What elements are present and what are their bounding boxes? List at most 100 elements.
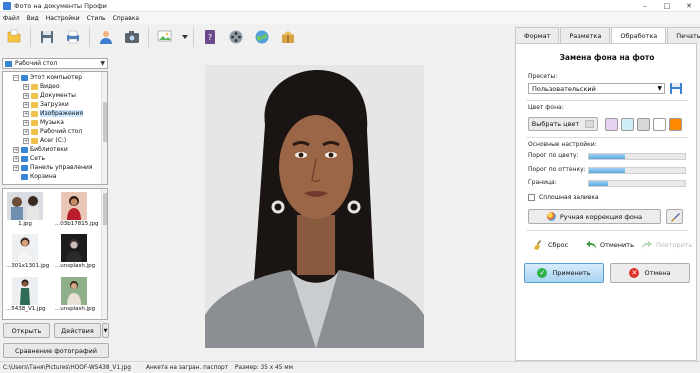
save-preset-icon[interactable] bbox=[669, 82, 683, 95]
person-icon[interactable] bbox=[96, 27, 116, 47]
thumbnail-item[interactable]: ...03b17815.jpg bbox=[55, 192, 99, 227]
collapse-icon[interactable]: − bbox=[13, 74, 19, 81]
expand-icon[interactable]: + bbox=[13, 146, 19, 153]
preset-select[interactable]: Пользовательский ▼ bbox=[528, 83, 665, 94]
color-swatch[interactable] bbox=[637, 118, 650, 131]
film-reel-icon[interactable] bbox=[226, 27, 246, 47]
tab-processing[interactable]: Обработка bbox=[611, 27, 667, 44]
expand-icon[interactable]: + bbox=[23, 83, 29, 90]
desktop-icon bbox=[5, 60, 12, 67]
chevron-down-icon[interactable] bbox=[181, 27, 189, 47]
tab-layout[interactable]: Разметка bbox=[560, 27, 611, 43]
manual-correction-label: Ручная коррекция фона bbox=[559, 212, 643, 221]
expand-icon[interactable]: + bbox=[13, 164, 19, 171]
image-settings-icon[interactable] bbox=[155, 27, 175, 47]
folder-icon bbox=[31, 110, 38, 117]
tree-item[interactable]: + Документы bbox=[3, 91, 107, 100]
actions-button[interactable]: Действия bbox=[54, 323, 101, 338]
expand-icon[interactable]: + bbox=[23, 128, 29, 135]
tree-item[interactable]: + Панель управления bbox=[3, 163, 107, 172]
color-swatch[interactable] bbox=[653, 118, 666, 131]
choose-color-button[interactable]: Выбрать цвет bbox=[528, 117, 598, 131]
help-book-icon[interactable]: ? bbox=[200, 27, 220, 47]
solid-fill-checkbox[interactable] bbox=[528, 194, 535, 201]
solid-fill-option[interactable]: Сплошная заливка bbox=[528, 194, 599, 201]
expand-icon[interactable]: + bbox=[23, 119, 29, 126]
folder-combo[interactable]: Рабочий стол ▼ bbox=[2, 58, 108, 69]
undo-button[interactable]: Отменить bbox=[586, 240, 634, 250]
apply-button[interactable]: ✓ Применить bbox=[524, 263, 604, 283]
folder-icon bbox=[31, 128, 38, 135]
maximize-button[interactable]: □ bbox=[656, 0, 678, 12]
thumbnail-caption: ...5438_V1.jpg bbox=[6, 306, 46, 312]
manual-correction-button[interactable]: Ручная коррекция фона bbox=[528, 209, 661, 224]
expand-icon[interactable]: + bbox=[23, 101, 29, 108]
close-button[interactable]: ✕ bbox=[678, 0, 700, 12]
thumbnail-caption: ...unsplash.jpg bbox=[55, 263, 96, 269]
actions-dropdown-button[interactable]: ▼ bbox=[102, 323, 109, 338]
palette-icon bbox=[546, 212, 556, 221]
brush-icon bbox=[670, 212, 680, 222]
color-swatch[interactable] bbox=[621, 118, 634, 131]
thumbnail-item[interactable]: ...301x1301.jpg bbox=[6, 234, 49, 269]
scroll-thumb[interactable] bbox=[103, 193, 107, 225]
portrait-photo bbox=[205, 65, 424, 348]
tree-item[interactable]: Корзина bbox=[3, 172, 107, 181]
expand-icon[interactable]: + bbox=[23, 137, 29, 144]
brush-tool-button[interactable] bbox=[666, 209, 683, 224]
toolbar-separator bbox=[148, 27, 149, 47]
tree-item[interactable]: − Этот компьютер bbox=[3, 73, 107, 82]
tree-item[interactable]: + Рабочий стол bbox=[3, 127, 107, 136]
color-swatch[interactable] bbox=[669, 118, 682, 131]
print-icon[interactable] bbox=[63, 27, 83, 47]
thumbnail-item[interactable]: ...5438_V1.jpg bbox=[6, 277, 46, 312]
thumbnail-item[interactable]: ...unsplash.jpg bbox=[55, 277, 96, 312]
save-disk-icon[interactable] bbox=[37, 27, 57, 47]
menu-bar: Файл Вид Настройки Стиль Справка bbox=[0, 12, 700, 24]
menu-help[interactable]: Справка bbox=[113, 15, 139, 22]
tree-item[interactable]: + Музыка bbox=[3, 118, 107, 127]
compare-photos-button[interactable]: Сравнение фотографий bbox=[3, 343, 109, 358]
border-slider[interactable] bbox=[588, 180, 686, 187]
color-swatch[interactable] bbox=[605, 118, 618, 131]
open-folder-icon[interactable] bbox=[4, 27, 24, 47]
photo-preview[interactable] bbox=[205, 65, 424, 348]
tree-scrollbar[interactable] bbox=[101, 72, 107, 184]
cancel-circle-icon: ✕ bbox=[629, 268, 640, 278]
thumbnail-item[interactable]: ...unsplash.jpg bbox=[55, 234, 96, 269]
camera-icon[interactable] bbox=[122, 27, 142, 47]
menu-file[interactable]: Файл bbox=[3, 15, 20, 22]
package-box-icon[interactable] bbox=[278, 27, 298, 47]
menu-view[interactable]: Вид bbox=[27, 15, 39, 22]
web-globe-icon[interactable] bbox=[252, 27, 272, 47]
tree-item[interactable]: + Видео bbox=[3, 82, 107, 91]
folder-icon bbox=[31, 119, 38, 126]
tab-print[interactable]: Печать bbox=[667, 27, 700, 43]
slider-fill bbox=[589, 168, 625, 173]
tree-item[interactable]: + Загрузки bbox=[3, 100, 107, 109]
tree-item[interactable]: + Acer (C:) bbox=[3, 136, 107, 145]
tree-item-label: Этот компьютер bbox=[30, 74, 83, 81]
menu-settings[interactable]: Настройки bbox=[46, 15, 80, 22]
tree-item-label: Панель управления bbox=[30, 164, 93, 171]
expand-icon[interactable]: + bbox=[23, 110, 29, 117]
tab-format[interactable]: Формат bbox=[515, 27, 560, 43]
thumbnails-scrollbar[interactable] bbox=[101, 189, 107, 319]
tree-item[interactable]: + Сеть bbox=[3, 154, 107, 163]
cancel-button[interactable]: ✕ Отмена bbox=[610, 263, 690, 283]
minimize-button[interactable]: – bbox=[634, 0, 656, 12]
expand-icon[interactable]: + bbox=[13, 155, 19, 162]
folder-icon bbox=[21, 146, 28, 153]
thumbnail-item[interactable]: 1.jpg bbox=[6, 192, 44, 227]
tree-item[interactable]: + Библиотеки bbox=[3, 145, 107, 154]
open-button[interactable]: Открыть bbox=[3, 323, 50, 338]
reset-button[interactable]: Сброс bbox=[534, 240, 568, 250]
redo-button[interactable]: Повторить bbox=[642, 240, 692, 250]
scroll-thumb[interactable] bbox=[103, 102, 107, 142]
expand-icon[interactable]: + bbox=[23, 92, 29, 99]
color-threshold-slider[interactable] bbox=[588, 153, 686, 160]
hue-threshold-slider[interactable] bbox=[588, 167, 686, 174]
tree-item[interactable]: + Изображения bbox=[3, 109, 107, 118]
menu-style[interactable]: Стиль bbox=[87, 15, 106, 22]
thumbnail-caption: ...unsplash.jpg bbox=[55, 306, 96, 312]
